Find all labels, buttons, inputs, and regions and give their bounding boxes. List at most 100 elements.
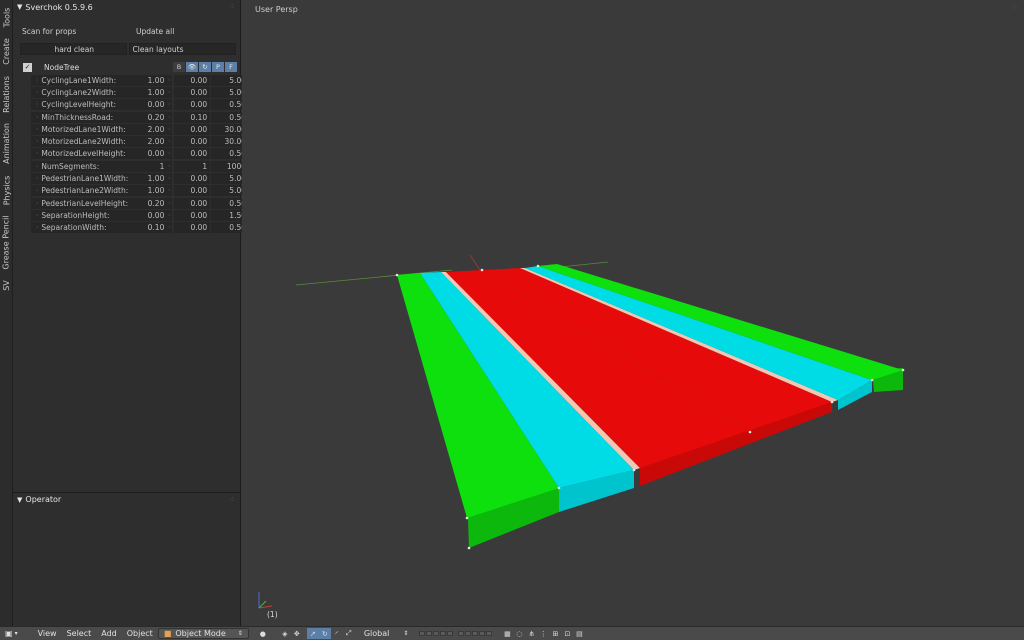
clean-row: hard clean Clean layouts [20,43,236,55]
prop-min-field[interactable]: 0.00 [174,222,211,234]
prop-row: PedestrianLane2Width:1.000.005.00 [31,185,249,197]
bake-button[interactable]: B [173,62,185,72]
menu-add[interactable]: Add [96,628,122,640]
prop-label: NumSegments: [31,160,143,172]
road-mesh-scene[interactable] [242,0,1024,626]
prop-value-field[interactable]: 1.00 [142,86,173,98]
prop-min-field[interactable]: 0.00 [174,136,211,148]
prop-row: PedestrianLane1Width:1.000.005.00 [31,172,249,185]
snap-magnet-icon[interactable]: ⋔ [525,628,537,639]
translate-icon[interactable]: ↗ [306,628,319,639]
corner-handle-icon[interactable]: ⁘ [1011,3,1018,12]
tab-animation[interactable]: Animation [0,120,13,166]
menu-select[interactable]: Select [62,628,97,640]
frame-number: (1) [267,610,278,619]
prop-row: MotorizedLane2Width:2.000.0030.00 [31,135,249,148]
layer-buttons[interactable] [419,631,454,636]
prop-label: PedestrianLane1Width: [31,173,143,185]
prop-min-field[interactable]: 0.10 [174,111,211,123]
lock-layer-icon[interactable]: ▦ [501,628,513,639]
sverchok-panel-header[interactable]: ▼ Sverchok 0.5.9.6 ⁘ [13,0,241,14]
node-tree-name: NodeTree [44,62,80,72]
prop-min-field[interactable]: 0.00 [174,123,211,135]
shading-sphere-icon[interactable]: ● [257,628,269,639]
prop-label: CyclingLevelHeight: [31,99,143,111]
rotate-icon[interactable]: ↻ [318,628,331,639]
menu-view[interactable]: View [33,628,62,640]
prop-label: SeparationHeight: [31,209,143,221]
hard-clean-button[interactable]: hard clean [20,43,127,55]
prop-value-field[interactable]: 0.20 [142,197,173,209]
operator-panel-header[interactable]: ▼ Operator ⁘ [13,492,241,506]
render-icon[interactable]: ⊞ [549,628,561,639]
pivot-icon[interactable]: ◈ [279,628,291,639]
prop-min-field[interactable]: 0.00 [174,185,211,197]
prop-value-field[interactable]: 1.00 [142,185,173,197]
scan-for-props-button[interactable]: Scan for props [20,25,130,37]
snap-target-icon[interactable]: ⋮ [537,628,549,639]
prop-min-field[interactable]: 0.00 [174,99,211,111]
prop-value-field[interactable]: 0.00 [142,148,173,160]
update-all-button[interactable]: Update all [130,25,244,37]
tab-sv[interactable]: SV [0,276,13,294]
prop-min-field[interactable]: 0.00 [174,74,211,86]
3d-viewport[interactable]: User Persp ⁘ (1) [242,0,1024,626]
freeze-button[interactable]: F [225,62,237,72]
prop-row: PedestrianLevelHeight:0.200.000.50 [31,197,249,209]
arc-icon[interactable]: ◜ [331,628,343,639]
tool-shelf: ▼ Sverchok 0.5.9.6 ⁘ Scan for props Upda… [13,0,249,626]
prop-value-field[interactable]: 0.00 [142,99,173,111]
drag-handle-icon[interactable]: ⁘ [229,495,236,504]
operator-title: Operator [25,495,62,504]
tab-relations[interactable]: Relations [0,72,13,116]
overlay-icon[interactable]: ▤ [573,628,585,639]
viewport-header: ▣ ▾ View Select Add Object ■ Object Mode … [0,626,1024,640]
prop-value-field[interactable]: 2.00 [142,123,173,135]
proportional-edit-icon[interactable]: ◌ [513,628,525,639]
tab-tools[interactable]: Tools [0,2,13,32]
camera-icon[interactable]: ⊡ [561,628,573,639]
prop-value-field[interactable]: 2.00 [142,136,173,148]
panel-title: Sverchok 0.5.9.6 [25,2,93,12]
editor-type-icon: ▣ [5,629,13,638]
eye-icon[interactable]: 👁 [186,62,198,72]
tab-grease-pencil[interactable]: Grease Pencil [0,212,13,272]
prop-min-field[interactable]: 1 [174,160,211,172]
prop-label: MotorizedLane1Width: [31,123,143,135]
node-tree-checkbox[interactable]: ✓ [23,62,32,72]
prop-value-field[interactable]: 0.20 [142,111,173,123]
drag-handle-icon[interactable]: ⁘ [229,2,236,11]
view-label: User Persp [255,5,298,14]
editor-type-button[interactable]: ▣ ▾ [0,628,23,640]
chevron-down-icon: ▾ [14,630,18,637]
prop-row: MotorizedLane1Width:2.000.0030.00 [31,123,249,135]
prop-min-field[interactable]: 0.00 [174,86,211,98]
process-button[interactable]: P [212,62,224,72]
tab-create[interactable]: Create [0,36,13,66]
props-list: CyclingLane1Width:1.000.005.00CyclingLan… [31,74,249,234]
prop-value-field[interactable]: 0.00 [142,209,173,221]
prop-value-field[interactable]: 0.10 [142,222,173,234]
prop-value-field[interactable]: 1.00 [142,74,173,86]
orientation-dropdown[interactable]: Global ⇕ [359,628,414,640]
layer-buttons-2[interactable] [458,631,493,636]
mode-dropdown[interactable]: ■ Object Mode ⇕ [157,628,249,639]
prop-min-field[interactable]: 0.00 [174,209,211,221]
menu-object[interactable]: Object [122,628,158,640]
clean-layouts-button[interactable]: Clean layouts [128,43,236,55]
animate-icon[interactable]: ↻ [199,62,211,72]
object-mode-icon: ■ [163,629,172,638]
prop-value-field[interactable]: 1 [142,160,173,172]
prop-min-field[interactable]: 0.00 [174,173,211,185]
scale-icon[interactable]: ⤢ [343,628,355,639]
prop-min-field[interactable]: 0.00 [174,197,211,209]
prop-label: PedestrianLevelHeight: [31,197,143,209]
tab-physics[interactable]: Physics [0,172,13,208]
prop-label: CyclingLane1Width: [31,74,143,86]
prop-value-field[interactable]: 1.00 [142,173,173,185]
manipulator-icon[interactable]: ✥ [291,628,303,639]
chevron-down-icon: ⇕ [237,630,243,637]
prop-row: MinThicknessRoad:0.200.100.50 [31,111,249,123]
prop-min-field[interactable]: 0.00 [174,148,211,160]
chevron-down-icon: ⇕ [403,630,409,637]
